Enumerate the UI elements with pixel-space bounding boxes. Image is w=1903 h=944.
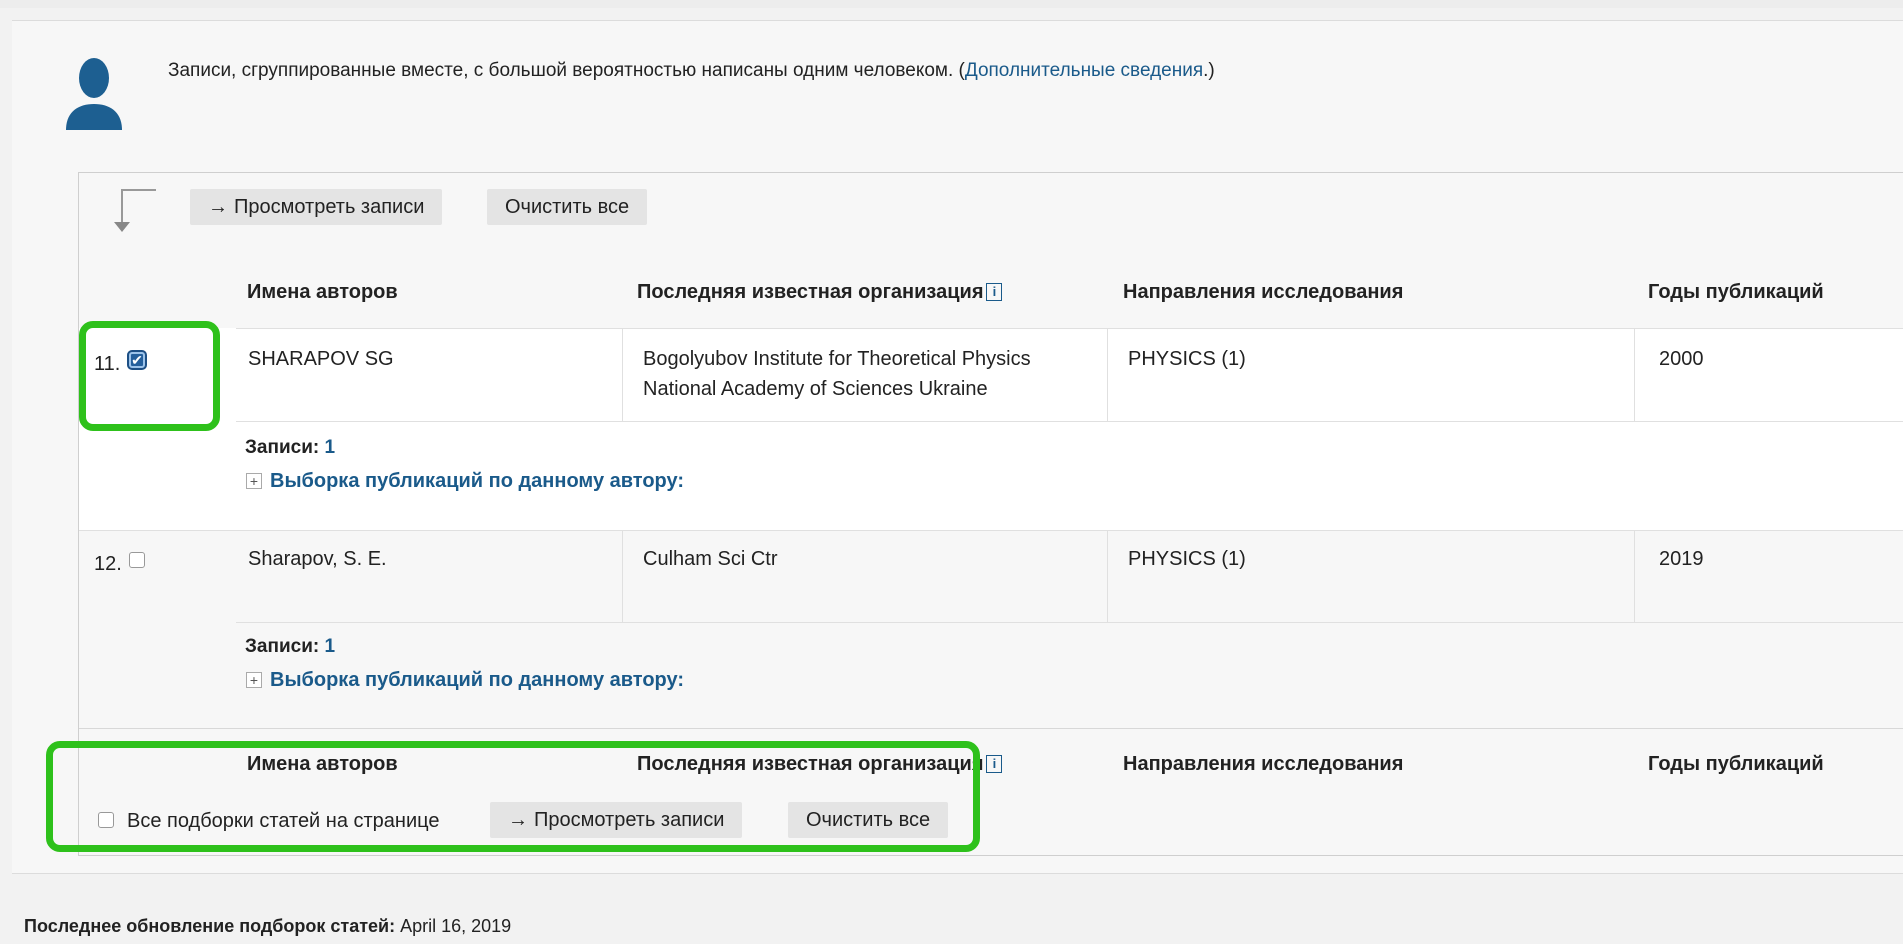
publication-years: 2019 bbox=[1659, 548, 1704, 570]
info-icon[interactable]: i bbox=[986, 283, 1003, 301]
publication-years: 2000 bbox=[1659, 348, 1704, 370]
grouping-notice-text: Записи, сгруппированные вместе, с большо… bbox=[168, 60, 965, 81]
col-header-years[interactable]: Годы публикаций bbox=[1648, 281, 1824, 304]
table-row-11 bbox=[79, 328, 1903, 422]
plus-icon[interactable]: + bbox=[246, 672, 262, 688]
info-icon[interactable]: i bbox=[986, 755, 1003, 773]
research-area: PHYSICS (1) bbox=[1128, 548, 1246, 570]
col-header-years-bottom[interactable]: Годы публикаций bbox=[1648, 753, 1824, 776]
organization-line: National Academy of Sciences Ukraine bbox=[643, 378, 988, 400]
author-name[interactable]: SHARAPOV SG bbox=[248, 344, 394, 374]
col-header-research-bottom[interactable]: Направления исследования bbox=[1123, 753, 1403, 776]
highlight-box-bottom-toolbar bbox=[46, 741, 980, 852]
clear-all-button-top[interactable]: Очистить все bbox=[487, 189, 648, 225]
last-updated: Последнее обновление подборок статей: Ap… bbox=[24, 916, 512, 936]
research-area: PHYSICS (1) bbox=[1128, 348, 1246, 370]
arrow-down-icon bbox=[114, 189, 156, 232]
view-records-button-top[interactable]: → Просмотреть записи bbox=[190, 189, 443, 225]
grouping-notice: Записи, сгруппированные вместе, с большо… bbox=[168, 60, 1215, 81]
highlight-box-checkbox bbox=[79, 321, 220, 431]
expand-author-publications[interactable]: + Выборка публикаций по данному автору: bbox=[246, 470, 684, 493]
top-bar bbox=[0, 0, 1903, 8]
expand-author-publications[interactable]: + Выборка публикаций по данному автору: bbox=[246, 669, 684, 692]
more-info-link[interactable]: Дополнительные сведения bbox=[965, 60, 1203, 81]
person-icon bbox=[66, 58, 122, 130]
organization-line: Culham Sci Ctr bbox=[643, 548, 778, 570]
row-index: 12. bbox=[94, 553, 122, 575]
author-name[interactable]: Sharapov, S. E. bbox=[248, 544, 387, 574]
row-checkbox-12[interactable] bbox=[129, 552, 145, 568]
records-count: Записи: 1 bbox=[245, 636, 336, 657]
col-header-research[interactable]: Направления исследования bbox=[1123, 281, 1403, 304]
organization-line: Bogolyubov Institute for Theoretical Phy… bbox=[643, 348, 1031, 370]
col-header-authors[interactable]: Имена авторов bbox=[247, 281, 398, 304]
col-header-organization[interactable]: Последняя известная организация i bbox=[637, 281, 1003, 304]
plus-icon[interactable]: + bbox=[246, 473, 262, 489]
records-count: Записи: 1 bbox=[245, 437, 336, 458]
